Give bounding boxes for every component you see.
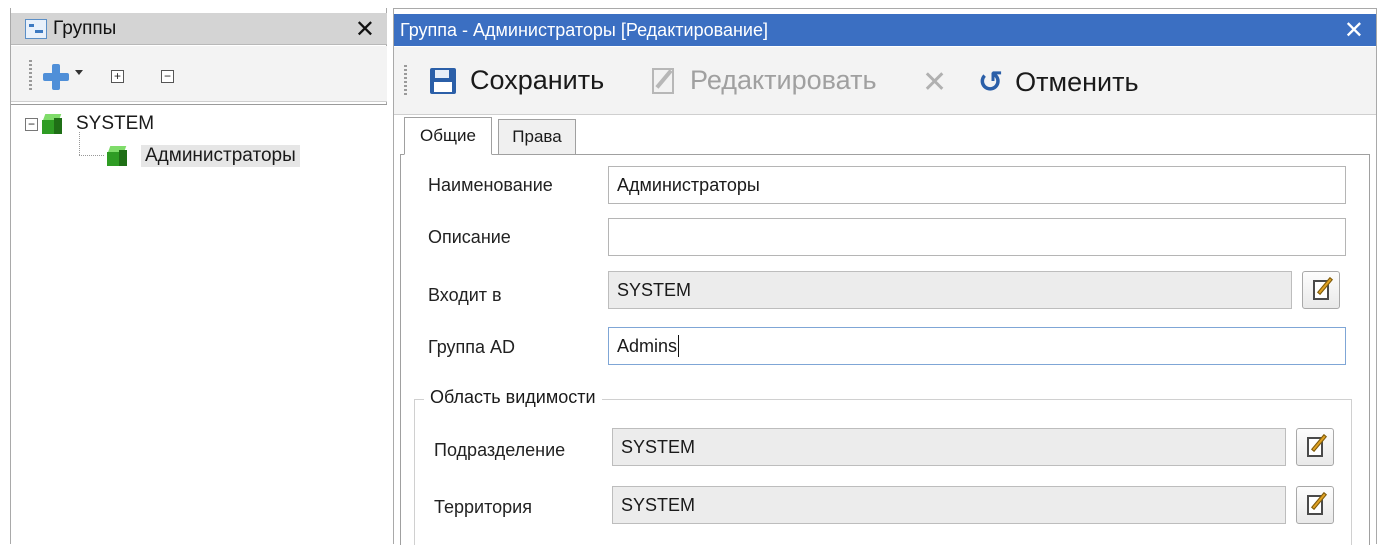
edit-label: Редактировать [690,65,877,95]
group-cube-icon [107,146,127,166]
delete-button[interactable]: ✕ [922,65,947,100]
parent-group-value: SYSTEM [617,279,692,300]
parent-group-label: Входит в [428,285,502,305]
collapse-all-button[interactable]: − [161,70,174,83]
tab-rights[interactable]: Права [498,119,576,155]
save-label: Сохранить [470,65,605,95]
groups-toolbar: + − [11,46,387,102]
group-cube-icon [42,114,62,134]
group-editor-title: Группа - Администраторы [Редактирование] [400,19,768,40]
tab-label: Общие [420,126,476,145]
division-edit-button[interactable] [1296,428,1334,466]
tab-label: Права [512,127,562,146]
cancel-button[interactable]: ↻ Отменить [978,65,1139,100]
division-field: SYSTEM [612,428,1286,466]
tree-node-label: Администраторы [141,145,300,167]
division-label: Подразделение [434,440,566,460]
ad-group-field[interactable]: Admins [608,327,1346,365]
group-editor-panel: Группа - Администраторы [Редактирование]… [393,8,1377,545]
editor-toolbar: Сохранить Редактировать ✕ ↻ Отменить [394,47,1376,115]
division-value: SYSTEM [621,436,696,457]
tab-general[interactable]: Общие [404,117,492,155]
ad-group-value: Admins [617,335,678,356]
groups-panel-close-icon[interactable]: ✕ [355,15,375,44]
groups-panel-header: Группы ✕ [11,13,387,45]
add-dropdown-arrow-icon[interactable] [75,70,83,75]
name-value: Администраторы [617,174,760,195]
tree-node-system[interactable]: − SYSTEM [25,113,154,135]
name-label: Наименование [428,175,553,195]
parent-group-edit-button[interactable] [1302,271,1340,309]
toolbar-grip[interactable] [404,65,407,95]
edit-button[interactable]: Редактировать [652,65,877,96]
toolbar-grip[interactable] [29,60,32,90]
groups-tree: − SYSTEM Администраторы [11,104,387,544]
add-plus-icon[interactable] [43,64,69,90]
text-caret [678,335,680,357]
save-button[interactable]: Сохранить [430,65,604,96]
tree-connector [79,155,105,156]
territory-value: SYSTEM [621,494,696,515]
floppy-disk-icon [430,67,456,94]
tree-node-administrators[interactable]: Администраторы [107,145,300,167]
tree-view-icon [25,18,47,39]
name-field[interactable]: Администраторы [608,166,1346,204]
tree-node-label: SYSTEM [76,113,155,134]
visibility-groupbox-title: Область видимости [424,387,602,408]
territory-label: Территория [434,497,532,517]
territory-edit-button[interactable] [1296,486,1334,524]
group-editor-header: Группа - Администраторы [Редактирование]… [394,14,1376,46]
description-field[interactable] [608,218,1346,256]
tree-collapse-toggle[interactable]: − [25,117,38,131]
cancel-label: Отменить [1015,67,1139,97]
tree-connector [79,132,80,156]
groups-panel: Группы ✕ + − − SYSTEM Администраторы [10,8,387,544]
description-label: Описание [428,227,511,247]
territory-field: SYSTEM [612,486,1286,524]
expand-all-button[interactable]: + [111,70,124,83]
ad-group-label: Группа AD [428,337,516,357]
undo-icon: ↻ [978,66,1004,99]
group-editor-close-icon[interactable]: ✕ [1344,16,1364,45]
groups-panel-title: Группы [53,17,117,39]
edit-document-icon [652,67,674,94]
delete-x-icon: ✕ [922,66,948,99]
parent-group-field: SYSTEM [608,271,1292,309]
